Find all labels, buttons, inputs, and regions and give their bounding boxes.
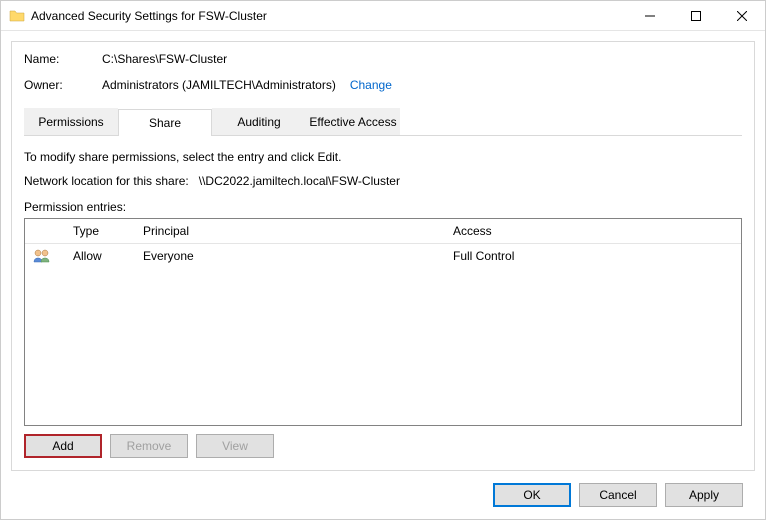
permission-entries-grid[interactable]: Type Principal Access Allow Everyo bbox=[24, 218, 742, 426]
entries-label: Permission entries: bbox=[24, 200, 742, 214]
instruction-text: To modify share permissions, select the … bbox=[24, 150, 742, 164]
apply-button[interactable]: Apply bbox=[665, 483, 743, 507]
col-icon bbox=[25, 219, 65, 243]
col-principal[interactable]: Principal bbox=[135, 219, 445, 243]
name-value: C:\Shares\FSW-Cluster bbox=[102, 52, 227, 66]
name-row: Name: C:\Shares\FSW-Cluster bbox=[24, 52, 742, 66]
view-button: View bbox=[196, 434, 274, 458]
netloc-value: \\DC2022.jamiltech.local\FSW-Cluster bbox=[199, 174, 400, 188]
minimize-button[interactable] bbox=[627, 1, 673, 30]
main-panel: Name: C:\Shares\FSW-Cluster Owner: Admin… bbox=[11, 41, 755, 471]
owner-value-wrap: Administrators (JAMILTECH\Administrators… bbox=[102, 78, 392, 92]
col-type[interactable]: Type bbox=[65, 219, 135, 243]
network-location: Network location for this share: \\DC202… bbox=[24, 174, 742, 188]
content-area: Name: C:\Shares\FSW-Cluster Owner: Admin… bbox=[1, 31, 765, 519]
add-button[interactable]: Add bbox=[24, 434, 102, 458]
grid-header: Type Principal Access bbox=[25, 219, 741, 244]
tabstrip: Permissions Share Auditing Effective Acc… bbox=[24, 108, 742, 136]
folder-icon bbox=[9, 8, 25, 24]
window-frame: Advanced Security Settings for FSW-Clust… bbox=[0, 0, 766, 520]
netloc-label: Network location for this share: bbox=[24, 174, 189, 188]
name-label: Name: bbox=[24, 52, 102, 66]
row-access: Full Control bbox=[445, 244, 741, 268]
tab-auditing[interactable]: Auditing bbox=[212, 108, 306, 135]
tab-effective-access[interactable]: Effective Access bbox=[306, 108, 400, 135]
owner-row: Owner: Administrators (JAMILTECH\Adminis… bbox=[24, 78, 742, 92]
table-row[interactable]: Allow Everyone Full Control bbox=[25, 244, 741, 268]
dialog-footer: OK Cancel Apply bbox=[11, 471, 755, 519]
row-principal: Everyone bbox=[135, 244, 445, 268]
remove-button: Remove bbox=[110, 434, 188, 458]
ok-button[interactable]: OK bbox=[493, 483, 571, 507]
col-access[interactable]: Access bbox=[445, 219, 741, 243]
row-type: Allow bbox=[65, 244, 135, 268]
owner-label: Owner: bbox=[24, 78, 102, 92]
tab-permissions[interactable]: Permissions bbox=[24, 108, 118, 135]
titlebar: Advanced Security Settings for FSW-Clust… bbox=[1, 1, 765, 31]
close-button[interactable] bbox=[719, 1, 765, 30]
tab-share[interactable]: Share bbox=[118, 109, 212, 136]
change-owner-link[interactable]: Change bbox=[350, 78, 392, 92]
maximize-button[interactable] bbox=[673, 1, 719, 30]
principal-icon bbox=[25, 244, 65, 268]
owner-value: Administrators (JAMILTECH\Administrators… bbox=[102, 78, 336, 92]
window-controls bbox=[627, 1, 765, 30]
window-title: Advanced Security Settings for FSW-Clust… bbox=[31, 9, 627, 23]
cancel-button[interactable]: Cancel bbox=[579, 483, 657, 507]
entry-buttons: Add Remove View bbox=[24, 434, 742, 458]
